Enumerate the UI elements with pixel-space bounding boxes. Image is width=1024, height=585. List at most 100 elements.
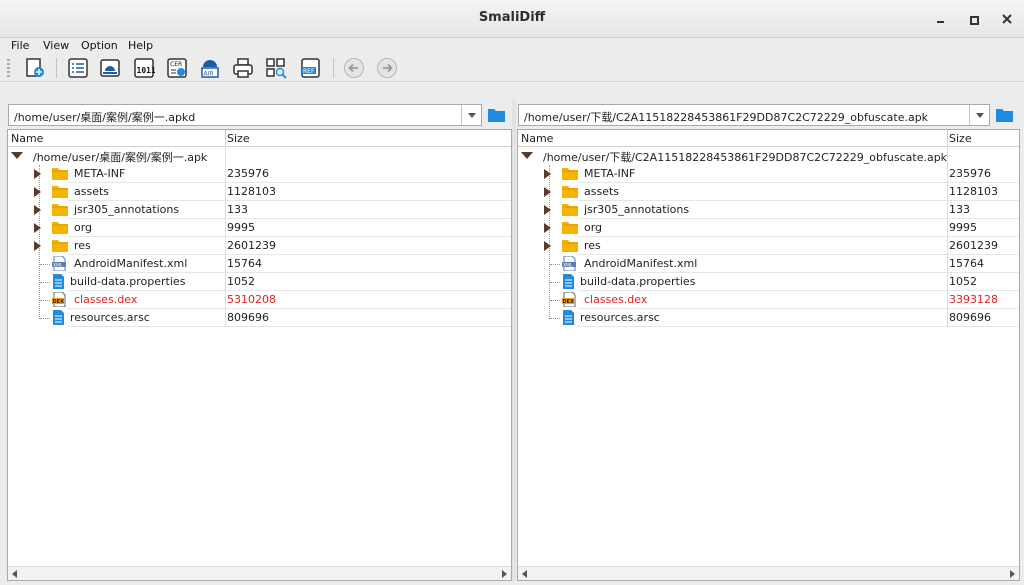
menu-file[interactable]: File	[11, 39, 29, 52]
tree-row[interactable]: DEX classes.dex 5310208	[8, 291, 511, 309]
new-compare-button[interactable]	[24, 57, 46, 79]
binary-button[interactable]: 1011	[133, 57, 156, 79]
scroll-right-icon[interactable]	[1010, 570, 1015, 578]
minimize-button[interactable]	[929, 9, 951, 29]
left-open-folder-button[interactable]	[488, 107, 506, 123]
menu-option[interactable]: Option	[81, 39, 118, 52]
folder-icon	[562, 186, 578, 198]
document-icon	[53, 310, 64, 325]
tree-root-row[interactable]: /home/user/桌面/案例/案例一.apk	[8, 147, 511, 165]
menu-view[interactable]: View	[43, 39, 69, 52]
tree-row[interactable]: org 9995	[518, 219, 1019, 237]
svg-text:XML: XML	[53, 262, 63, 268]
expand-arrow-icon[interactable]	[11, 152, 23, 159]
file-type-icon: XML	[51, 255, 67, 272]
tree-row[interactable]: resources.arsc 809696	[518, 309, 1019, 327]
column-resize-handle[interactable]	[947, 130, 948, 147]
maximize-button[interactable]	[962, 9, 984, 29]
column-resize-handle[interactable]	[225, 130, 226, 147]
scroll-left-icon[interactable]	[522, 570, 527, 578]
file-type-icon	[562, 166, 578, 181]
column-header-size[interactable]: Size	[949, 132, 972, 145]
chevron-down-icon[interactable]	[969, 105, 989, 125]
file-type-icon	[562, 238, 578, 253]
android-resources-button[interactable]: AIR	[199, 57, 221, 79]
tree-row[interactable]: META-INF 235976	[518, 165, 1019, 183]
expand-arrow-icon[interactable]	[544, 169, 551, 179]
xml-file-icon: XML	[52, 255, 66, 272]
tree-row-name: classes.dex	[584, 293, 648, 306]
android-button[interactable]	[99, 57, 121, 79]
scroll-left-icon[interactable]	[12, 570, 17, 578]
tree-root-row[interactable]: /home/user/下载/C2A11518228453861F29DD87C2…	[518, 147, 1019, 165]
row-divider	[68, 326, 511, 327]
tree-row[interactable]: assets 1128103	[8, 183, 511, 201]
title-bar: SmaliDiff	[0, 0, 1024, 38]
file-type-icon	[561, 274, 577, 289]
column-header-name[interactable]: Name	[521, 132, 553, 145]
horizontal-scrollbar[interactable]	[8, 566, 511, 580]
tree-row[interactable]: DEX classes.dex 3393128	[518, 291, 1019, 309]
tree-row[interactable]: build-data.properties 1052	[518, 273, 1019, 291]
expand-arrow-icon[interactable]	[521, 152, 533, 159]
list-button[interactable]	[67, 57, 89, 79]
svg-text:1011: 1011	[137, 66, 156, 75]
column-header-size[interactable]: Size	[227, 132, 250, 145]
right-file-tree[interactable]: Name Size/home/user/下载/C2A11518228453861F…	[517, 129, 1020, 581]
chevron-down-icon[interactable]	[461, 105, 481, 125]
expand-arrow-icon[interactable]	[34, 223, 41, 233]
expand-arrow-icon[interactable]	[544, 241, 551, 251]
expand-arrow-icon[interactable]	[544, 205, 551, 215]
tree-row[interactable]: org 9995	[8, 219, 511, 237]
tree-row[interactable]: XML AndroidManifest.xml 15764	[8, 255, 511, 273]
back-icon	[348, 63, 358, 73]
tree-row-name: res	[584, 239, 601, 252]
menu-bar: File View Option Help	[0, 38, 1024, 54]
tree-row-size: 1052	[227, 275, 255, 288]
tree-row[interactable]: XML AndroidManifest.xml 15764	[518, 255, 1019, 273]
tree-row[interactable]: build-data.properties 1052	[8, 273, 511, 291]
tree-row[interactable]: jsr305_annotations 133	[8, 201, 511, 219]
expand-arrow-icon[interactable]	[34, 187, 41, 197]
tree-row-size: 2601239	[227, 239, 276, 252]
toolbar-grip[interactable]	[7, 59, 10, 77]
expand-arrow-icon[interactable]	[34, 241, 41, 251]
right-path-combo[interactable]: /home/user/下载/C2A11518228453861F29DD87C2…	[518, 104, 990, 126]
menu-help[interactable]: Help	[128, 39, 153, 52]
file-type-icon	[52, 220, 68, 235]
certificate-button[interactable]: CER	[166, 57, 188, 79]
tree-row[interactable]: META-INF 235976	[8, 165, 511, 183]
svg-text:DEX: DEX	[563, 299, 575, 305]
horizontal-scrollbar[interactable]	[518, 566, 1019, 580]
expand-arrow-icon[interactable]	[34, 205, 41, 215]
right-open-folder-button[interactable]	[996, 107, 1014, 123]
dex-file-icon: DEX	[562, 291, 576, 308]
forward-button[interactable]	[377, 58, 397, 78]
tree-row[interactable]: jsr305_annotations 133	[518, 201, 1019, 219]
folder-icon	[52, 204, 68, 216]
close-button[interactable]	[996, 9, 1018, 29]
column-header-name[interactable]: Name	[11, 132, 43, 145]
tree-row-size: 133	[949, 203, 970, 216]
expand-arrow-icon[interactable]	[544, 187, 551, 197]
dex-file-icon: DEX	[52, 291, 66, 308]
tree-row-size: 1052	[949, 275, 977, 288]
column-divider	[225, 148, 226, 327]
back-button[interactable]	[344, 58, 364, 78]
left-file-tree[interactable]: Name Size/home/user/桌面/案例/案例一.apk META-INF…	[7, 129, 512, 581]
ref-button[interactable]: REF	[299, 57, 321, 79]
document-icon	[563, 274, 574, 289]
folder-icon	[52, 186, 68, 198]
tree-row[interactable]: res 2601239	[518, 237, 1019, 255]
tree-row[interactable]: res 2601239	[8, 237, 511, 255]
left-path-combo[interactable]: /home/user/桌面/案例/案例一.apkd	[8, 104, 482, 126]
expand-arrow-icon[interactable]	[544, 223, 551, 233]
tree-row-size: 9995	[949, 221, 977, 234]
expand-arrow-icon[interactable]	[34, 169, 41, 179]
tree-row[interactable]: resources.arsc 809696	[8, 309, 511, 327]
window-title: SmaliDiff	[478, 10, 546, 25]
scroll-right-icon[interactable]	[502, 570, 507, 578]
print-button[interactable]	[232, 57, 254, 79]
tree-row[interactable]: assets 1128103	[518, 183, 1019, 201]
find-button[interactable]	[265, 57, 287, 79]
